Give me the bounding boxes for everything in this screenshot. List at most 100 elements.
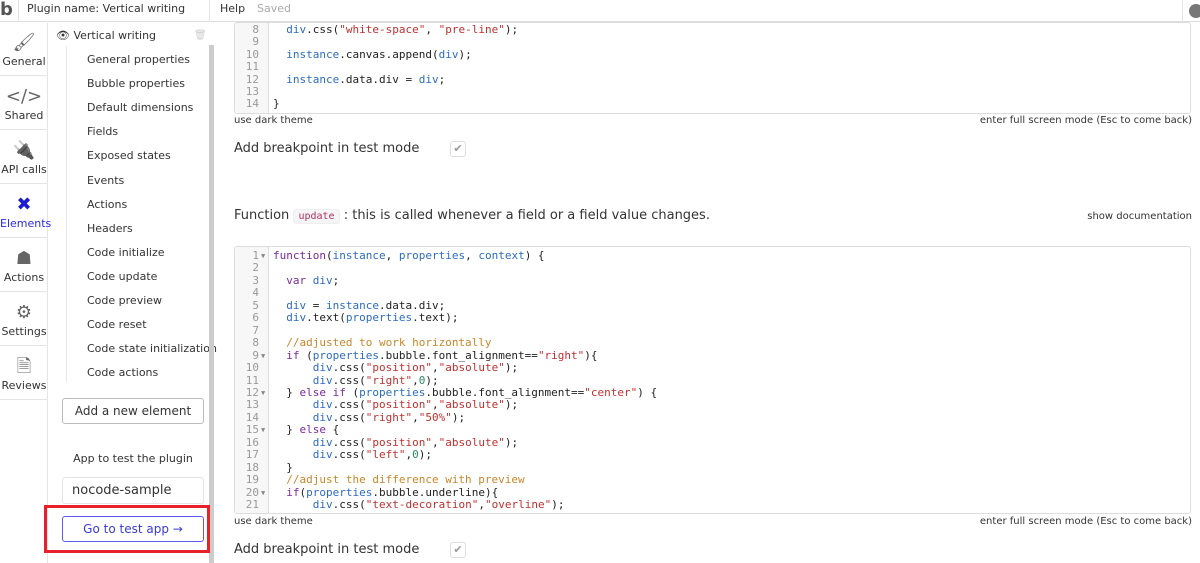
- rail-item-actions[interactable]: ☗ Actions: [0, 239, 48, 292]
- code-token: ,: [385, 249, 399, 262]
- code-token: ,: [412, 410, 419, 424]
- panel-item[interactable]: Actions: [87, 198, 127, 211]
- code-token: properties: [312, 348, 379, 362]
- code-token: properties: [398, 249, 466, 262]
- add-element-button[interactable]: Add a new element: [62, 398, 204, 424]
- panel-item[interactable]: Code update: [87, 270, 157, 283]
- test-app-input[interactable]: nocode-sample: [62, 477, 204, 504]
- line-number: 6: [252, 311, 259, 325]
- code-token: }: [273, 97, 280, 111]
- eye-icon[interactable]: 👁: [56, 29, 70, 42]
- code-token: div: [312, 410, 333, 424]
- breakpoint-checkbox-2[interactable]: ✔: [450, 542, 466, 558]
- code-token: "overline": [484, 498, 552, 511]
- rail-item-settings[interactable]: ⚙ Settings: [0, 293, 48, 346]
- code-token: ,: [412, 373, 419, 387]
- panel-item[interactable]: Fields: [87, 125, 118, 138]
- code-token: "white-space": [339, 23, 426, 36]
- rail-label: API calls: [1, 163, 47, 176]
- rail-item-general[interactable]: 🖌 General: [0, 23, 48, 76]
- rail-item-api-calls[interactable]: 🔌 API calls: [0, 131, 48, 184]
- code-token: ) {: [637, 385, 658, 399]
- element-name: Vertical writing: [73, 29, 157, 42]
- rail-label: Elements: [0, 217, 52, 230]
- code-token: "position": [365, 361, 432, 375]
- code-token: .css(: [332, 361, 366, 375]
- fullscreen-link-2[interactable]: enter full screen mode (Esc to come back…: [980, 516, 1192, 527]
- fold-arrow-icon[interactable]: ▼: [261, 387, 265, 399]
- fold-arrow-icon[interactable]: ▼: [261, 250, 265, 262]
- code-token: ,: [425, 23, 439, 36]
- code-line: 21 div.css("text-decoration","overline")…: [235, 498, 1185, 511]
- sidebar-rail: 🖌 General </> Shared 🔌 API calls ✖ Elements ☗ Act…: [0, 23, 52, 563]
- bubble-logo[interactable]: b: [0, 0, 16, 22]
- fold-arrow-icon[interactable]: ▼: [261, 487, 265, 499]
- code-token: div: [312, 448, 333, 462]
- code-token: (: [325, 249, 333, 262]
- code-token: //adjusted to work horizontally: [286, 336, 492, 350]
- code-editor-initialize[interactable]: 8 div.css("white-space", "pre-line"); 9 10…: [234, 22, 1191, 114]
- code-line: 14 div.css("right","50%");: [235, 410, 1185, 424]
- rail-item-shared[interactable]: </> Shared: [0, 77, 48, 130]
- code-token: instance: [286, 47, 340, 61]
- code-editor-update[interactable]: 1 ▼ function(instance, properties, context…: [234, 246, 1191, 514]
- fold-arrow-icon[interactable]: ▼: [261, 424, 265, 436]
- panel-item[interactable]: Headers: [87, 222, 133, 235]
- code-token: .css(: [332, 498, 366, 511]
- panel-item[interactable]: Code initialize: [87, 246, 165, 259]
- code-token: ;: [438, 72, 446, 86]
- breakpoint-label-2: Add breakpoint in test mode: [234, 542, 420, 557]
- panel-item[interactable]: Default dimensions: [87, 101, 193, 114]
- code-token: "absolute": [438, 398, 505, 412]
- panel-item[interactable]: General properties: [87, 53, 190, 66]
- plugin-name[interactable]: Plugin name: Vertical writing: [18, 0, 210, 22]
- panel-item[interactable]: Code reset: [87, 318, 147, 331]
- rail-item-elements[interactable]: ✖ Elements: [0, 185, 52, 238]
- code-token: div: [312, 373, 333, 387]
- dark-theme-link-2[interactable]: use dark theme: [234, 516, 313, 527]
- code-token: .css(: [332, 435, 366, 449]
- panel-item[interactable]: Code actions: [87, 366, 158, 379]
- fullscreen-link-1[interactable]: enter full screen mode (Esc to come back…: [980, 115, 1192, 126]
- code-token: else if: [299, 385, 346, 399]
- code-token: div: [312, 435, 333, 449]
- code-token: );: [451, 410, 466, 424]
- panel-item[interactable]: Code state initialization: [87, 342, 217, 355]
- panel-item[interactable]: Events: [87, 174, 124, 187]
- user-avatar-icon[interactable]: [1182, 0, 1200, 22]
- code-token: .bubble.font_alignment==: [425, 385, 585, 399]
- panel-item[interactable]: Exposed states: [87, 149, 171, 162]
- code-token: if: [286, 348, 300, 362]
- breakpoint-checkbox-1[interactable]: ✔: [450, 141, 466, 157]
- panel-scrollbar[interactable]: [209, 45, 214, 563]
- code-token: div: [312, 273, 333, 287]
- code-token: );: [425, 373, 439, 387]
- code-token: .css(: [332, 398, 366, 412]
- line-number: 13: [245, 398, 259, 412]
- rail-item-reviews[interactable]: 🗎 Reviews: [0, 347, 48, 400]
- code-token: properties: [345, 311, 413, 325]
- line-number: 21: [245, 498, 259, 511]
- fold-arrow-icon[interactable]: ▼: [261, 350, 265, 362]
- show-documentation-link[interactable]: show documentation: [1087, 211, 1192, 222]
- code-token: ,: [431, 398, 439, 412]
- code-token: );: [504, 361, 519, 375]
- function-name-code: update: [293, 209, 340, 224]
- dark-theme-link-1[interactable]: use dark theme: [234, 115, 313, 126]
- element-tree-root[interactable]: 👁 Vertical writing: [56, 29, 156, 42]
- code-token: ,: [431, 361, 439, 375]
- function-description: Function update : this is called wheneve…: [234, 208, 710, 224]
- elements-icon: ✖: [16, 194, 32, 215]
- panel-item[interactable]: Bubble properties: [87, 77, 185, 90]
- test-app-label: App to test the plugin: [73, 452, 193, 465]
- code-token: "center": [584, 385, 638, 399]
- help-menu[interactable]: Help: [220, 2, 245, 15]
- code-token: .bubble.font_alignment==: [378, 348, 538, 362]
- trash-icon[interactable]: 🗑: [194, 30, 207, 41]
- panel-item[interactable]: Code preview: [87, 294, 162, 307]
